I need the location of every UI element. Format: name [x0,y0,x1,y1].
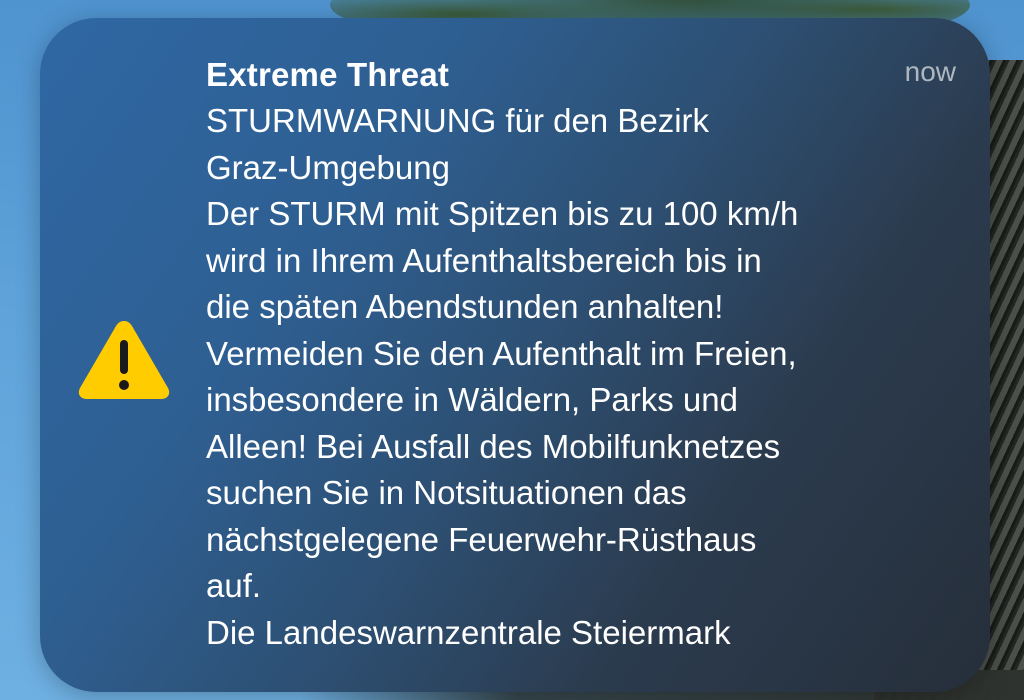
body-line: Alleen! Bei Ausfall des Mobilfunknetzes [206,427,781,465]
warning-triangle-icon [78,321,170,399]
body-line: STURMWARNUNG für den Bezirk [206,102,710,139]
notification-header: Extreme Threat now [206,52,966,98]
body-line: wird in Ihrem Aufenthaltsbereich bis in [206,241,762,279]
body-line: insbesondere in Wäldern, Parks und [206,381,738,418]
body-line: Vermeiden Sie den Aufenthalt im Freien, [206,334,797,372]
body-line: Graz-Umgebung [206,148,450,186]
body-line: Der STURM mit Spitzen bis zu 100 km/h [206,195,799,232]
body-line: nächstgelegene Feuerwehr-Rüsthaus [206,520,757,558]
body-line: auf. [206,567,262,604]
notification-timestamp: now [904,56,956,87]
body-line: die späten Abendstunden anhalten! [206,288,724,325]
notification-content: Extreme Threat now STURMWARNUNG für den … [206,52,966,656]
body-line: suchen Sie in Notsituationen das [206,474,687,511]
body-line: Die Landeswarnzentrale Steiermark [206,613,731,651]
notification-body: STURMWARNUNG für den Bezirk Graz-Umgebun… [206,98,966,656]
emergency-alert-notification[interactable]: Extreme Threat now STURMWARNUNG für den … [40,18,990,692]
notification-title: Extreme Threat [206,56,450,93]
